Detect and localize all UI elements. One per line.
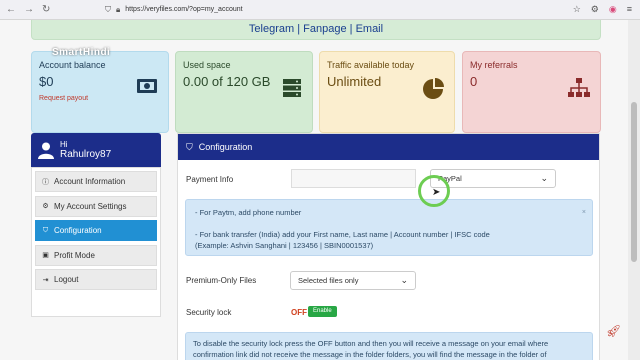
- info-icon: ⓘ: [42, 178, 49, 186]
- selected-value: Selected files only: [298, 276, 359, 285]
- payment-info-label: Payment Info: [186, 175, 234, 184]
- extensions-icon[interactable]: ⚙: [591, 4, 599, 15]
- card-label: Used space: [183, 60, 231, 70]
- menu-item-label: My Account Settings: [54, 201, 127, 211]
- request-payout-link[interactable]: Request payout: [39, 95, 161, 102]
- shield-icon[interactable]: ⛉: [105, 5, 111, 15]
- configuration-panel: ⛉ Configuration Payment Info PayPal ⌄ - …: [177, 133, 600, 360]
- note-line: - For bank transfer (India) add your Fir…: [195, 230, 490, 239]
- scrollbar-thumb[interactable]: [631, 102, 637, 262]
- menu-item-profit-mode[interactable]: ▣ Profit Mode: [35, 244, 157, 266]
- premium-files-label: Premium-Only Files: [186, 276, 257, 285]
- menu-item-label: Account Information: [54, 177, 126, 186]
- banner-separator: |: [349, 23, 353, 35]
- telegram-link[interactable]: Telegram: [249, 23, 294, 35]
- payment-info-input[interactable]: [291, 169, 416, 188]
- user-greeting: Hi: [60, 140, 68, 149]
- reload-icon[interactable]: ↻: [42, 4, 50, 15]
- referrals-card: My referrals 0: [462, 51, 601, 133]
- money-icon: ▣: [42, 252, 49, 259]
- pie-chart-icon: [423, 78, 444, 99]
- email-link[interactable]: Email: [356, 23, 384, 35]
- card-label: Traffic available today: [327, 60, 415, 70]
- page-scrollbar[interactable]: [628, 20, 640, 360]
- user-icon: [38, 142, 54, 159]
- card-label: My referrals: [470, 60, 518, 70]
- traffic-card: Traffic available today Unlimited: [319, 51, 455, 133]
- browser-actions: ☆ ⚙ ◉ ≡: [573, 4, 640, 15]
- chevron-down-icon: ⌄: [400, 275, 408, 285]
- rocket-icon[interactable]: 🚀︎: [606, 324, 621, 338]
- lock-icon[interactable]: 🔒︎: [116, 5, 120, 15]
- menu-item-account-information[interactable]: ⓘ Account Information: [35, 171, 157, 192]
- account-balance-card: Account balance $0 Request payout: [31, 51, 169, 133]
- url-text: https://veryfiles.com/?op=my_account: [125, 6, 243, 13]
- menu-item-configuration[interactable]: ⛉ Configuration: [35, 220, 157, 241]
- firefox-account-icon[interactable]: ◉: [609, 4, 617, 15]
- menu-item-label: Logout: [54, 275, 79, 284]
- close-icon[interactable]: ×: [582, 207, 586, 218]
- contact-banner: Telegram | Fanpage | Email: [31, 20, 601, 40]
- gear-icon: ⚙: [42, 203, 49, 210]
- note-line: - For Paytm, add phone number: [195, 208, 302, 217]
- panel-title: Configuration: [198, 142, 253, 152]
- bookmark-icon[interactable]: ☆: [573, 4, 581, 15]
- money-icon: [137, 79, 157, 93]
- shield-icon: ⛉: [186, 141, 193, 152]
- logout-icon: ⇥: [42, 276, 49, 284]
- user-name: Rahulroy87: [60, 149, 112, 160]
- video-watermark: SmartHindi: [52, 47, 111, 58]
- account-menu: ⓘ Account Information ⚙ My Account Setting…: [31, 167, 161, 317]
- menu-item-logout[interactable]: ⇥ Logout: [35, 269, 157, 290]
- note-line: (Example: Ashvin Sanghani | 123456 | SBI…: [195, 241, 374, 250]
- menu-item-account-settings[interactable]: ⚙ My Account Settings: [35, 195, 157, 217]
- forward-icon[interactable]: →: [24, 4, 34, 15]
- card-label: Account balance: [39, 60, 106, 70]
- page: Telegram | Fanpage | Email Account balan…: [0, 20, 628, 360]
- premium-files-select[interactable]: Selected files only ⌄: [290, 271, 416, 290]
- security-lock-label: Security lock: [186, 308, 232, 317]
- cursor-arrow-icon: ➤: [432, 187, 441, 198]
- browser-nav: ← → ↻: [0, 4, 105, 15]
- user-header: Hi Rahulroy87: [31, 133, 161, 167]
- security-lock-status: OFF: [291, 308, 307, 317]
- browser-toolbar: ← → ↻ ⛉ 🔒︎ https://veryfiles.com/?op=my_…: [0, 0, 640, 20]
- menu-item-label: Profit Mode: [54, 250, 95, 260]
- fanpage-link[interactable]: Fanpage: [303, 23, 346, 35]
- address-bar[interactable]: ⛉ 🔒︎ https://veryfiles.com/?op=my_accoun…: [105, 2, 485, 17]
- menu-item-label: Configuration: [54, 226, 102, 235]
- used-space-card: Used space 0.00 of 120 GB: [175, 51, 313, 133]
- enable-button[interactable]: Enable: [308, 306, 337, 317]
- shield-icon: ⛉: [42, 226, 49, 234]
- chevron-down-icon: ⌄: [540, 173, 548, 183]
- sitemap-icon: [568, 78, 590, 97]
- menu-icon[interactable]: ≡: [627, 4, 632, 15]
- payment-note: - For Paytm, add phone number - For bank…: [185, 199, 593, 256]
- back-icon[interactable]: ←: [6, 4, 16, 15]
- security-lock-note: To disable the security lock press the O…: [185, 332, 593, 360]
- banner-separator: |: [297, 23, 301, 35]
- panel-header: ⛉ Configuration: [178, 134, 599, 160]
- server-icon: [283, 79, 301, 97]
